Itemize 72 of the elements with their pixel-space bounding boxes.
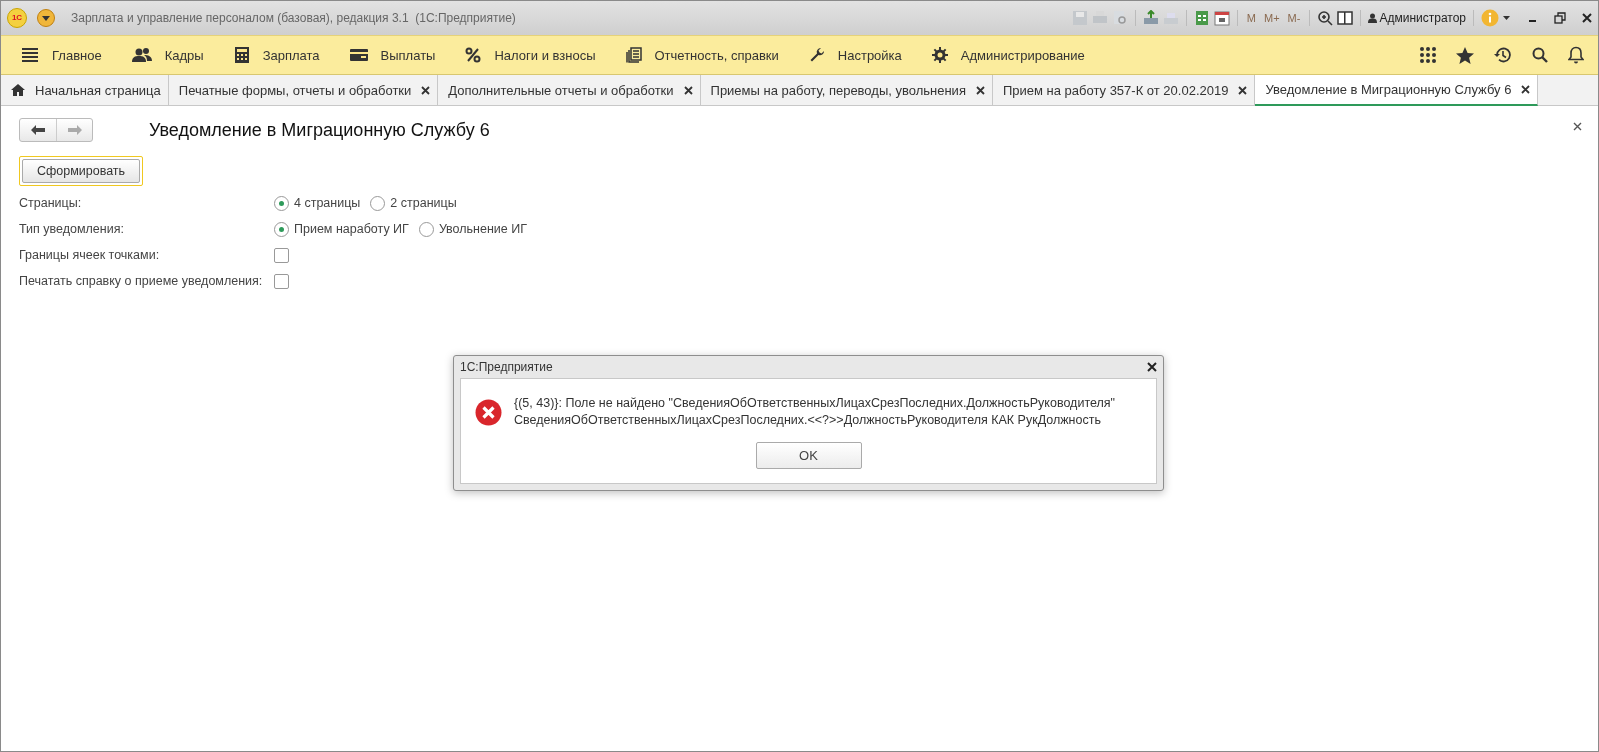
close-tab-icon[interactable] — [421, 85, 431, 95]
calendar-icon[interactable] — [1213, 10, 1230, 26]
right-arrow-icon — [67, 125, 82, 135]
radio-label[interactable]: Увольнение ИГ — [438, 222, 528, 236]
close-icon[interactable] — [1582, 13, 1592, 23]
gear-icon[interactable] — [931, 47, 948, 63]
menu-item[interactable]: Налоги и взносы — [494, 47, 596, 63]
field-label: Тип уведомления: — [19, 222, 125, 236]
menu-item[interactable]: Кадры — [164, 47, 204, 63]
memory-button[interactable]: M- — [1285, 12, 1303, 24]
main-menu-button[interactable] — [37, 9, 55, 27]
apps-grid-icon[interactable] — [1420, 47, 1436, 63]
spreadsheet-icon[interactable] — [1193, 10, 1210, 26]
radio-button[interactable] — [370, 195, 386, 211]
tab[interactable]: Уведомление в Миграционную Службу 6 — [1255, 75, 1539, 106]
bell-icon[interactable] — [1568, 46, 1584, 64]
radio-label[interactable]: Прием наработу ИГ — [294, 222, 409, 236]
radio-button[interactable] — [418, 221, 434, 237]
radio-button[interactable] — [274, 195, 289, 211]
tab[interactable]: Приемы на работу, переводы, увольнения — [700, 75, 993, 105]
close-tab-icon[interactable] — [1238, 85, 1248, 95]
documents-icon[interactable] — [625, 47, 642, 63]
caret-icon[interactable] — [1503, 16, 1510, 20]
field-label: Печатать справку о приеме уведомления: — [19, 274, 264, 288]
error-icon — [475, 398, 502, 426]
error-message: {(5, 43)}: Поле не найдено "СведенияОбОтветственныхЛицахСрезПоследних.ДолжностьРуководителя" — [514, 395, 1115, 412]
form-title: Уведомление в Миграционную Службу 6 — [149, 119, 490, 141]
close-tab-icon[interactable] — [1521, 85, 1531, 94]
caret-icon — [42, 15, 50, 21]
close-icon[interactable] — [1147, 362, 1157, 372]
window-title: Зарплата и управление персоналом (базовая), редакция 3.1 (1С:Предприятие) — [71, 11, 516, 25]
user-name[interactable]: Администратор — [1379, 11, 1466, 25]
history-icon[interactable] — [1494, 46, 1512, 64]
left-arrow-icon — [31, 125, 45, 135]
ok-button[interactable]: OK — [755, 442, 862, 469]
menu-item[interactable]: Выплаты — [380, 47, 436, 63]
panels-icon[interactable] — [1337, 10, 1354, 26]
tab[interactable]: Печатные формы, отчеты и обработки — [168, 75, 439, 105]
checkbox[interactable] — [274, 247, 289, 263]
send-icon[interactable] — [1142, 10, 1159, 26]
menu-item[interactable]: Настройка — [837, 47, 902, 63]
menu-item[interactable]: Зарплата — [262, 47, 320, 63]
tab[interactable]: Дополнительные отчеты и обработки — [438, 75, 701, 105]
close-tab-icon[interactable] — [683, 85, 693, 95]
radio-button[interactable] — [274, 221, 289, 237]
restore-icon[interactable] — [1554, 12, 1566, 24]
memory-button[interactable]: M — [1244, 12, 1258, 24]
card-icon[interactable] — [349, 48, 368, 62]
error-message: СведенияОбОтветственныхЛицахСрезПоследних.<<?>>ДолжностьРуководителя КАК РукДолжность — [514, 412, 1102, 429]
percent-icon[interactable] — [465, 47, 482, 63]
field-label: Границы ячеек точками: — [19, 248, 161, 262]
home-icon — [11, 84, 25, 96]
menu-item[interactable]: Главное — [52, 47, 102, 63]
radio-label[interactable]: 2 страницы — [390, 196, 457, 210]
star-icon[interactable] — [1456, 46, 1474, 64]
user-icon — [1368, 13, 1378, 23]
people-icon[interactable] — [131, 47, 152, 63]
generate-button[interactable]: Сформировать — [22, 159, 141, 183]
menu-item[interactable]: Администрирование — [960, 47, 1085, 63]
menu-item[interactable]: Отчетность, справки — [654, 47, 779, 63]
close-icon[interactable] — [1573, 122, 1582, 131]
radio-label[interactable]: 4 страницы — [294, 196, 361, 210]
checkbox[interactable] — [274, 273, 289, 289]
close-tab-icon[interactable] — [975, 85, 985, 95]
field-label: Страницы: — [19, 196, 83, 210]
wrench-icon[interactable] — [808, 47, 825, 63]
calculator-icon[interactable] — [233, 47, 250, 63]
tab[interactable]: Начальная страница — [1, 75, 169, 105]
menu-icon[interactable] — [21, 47, 39, 63]
search-icon[interactable] — [1532, 47, 1548, 63]
dialog-title: 1С:Предприятие — [460, 360, 553, 374]
zoom-icon[interactable] — [1317, 10, 1334, 26]
